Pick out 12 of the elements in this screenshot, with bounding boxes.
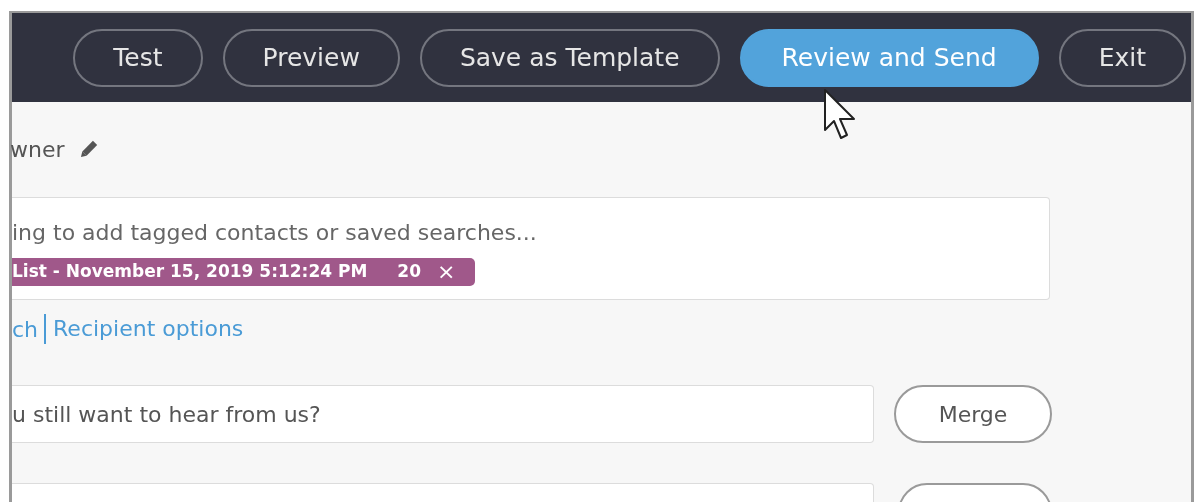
remove-tag-button[interactable]: × xyxy=(437,261,456,283)
toolbar-button[interactable]: Preview xyxy=(222,28,400,87)
toolbar-button[interactable]: Exit xyxy=(1058,28,1186,87)
recipients-field[interactable]: ing to add tagged contacts or saved searches... List - November 15, 2019 5:12:24 PM 20 × xyxy=(12,197,1050,300)
subject-value: u still want to hear from us? xyxy=(12,400,321,429)
tag-label: List - November 15, 2019 5:12:24 PM xyxy=(12,260,368,284)
tag-count: 20 xyxy=(397,260,421,284)
merge-button[interactable]: Merge xyxy=(894,385,1052,443)
recipients-placeholder: ing to add tagged contacts or saved searches... xyxy=(12,219,538,247)
toolbar-button[interactable]: Test xyxy=(73,28,203,87)
subject-field[interactable]: u still want to hear from us? xyxy=(12,385,874,443)
toolbar-button[interactable]: Save as Template xyxy=(419,28,720,87)
